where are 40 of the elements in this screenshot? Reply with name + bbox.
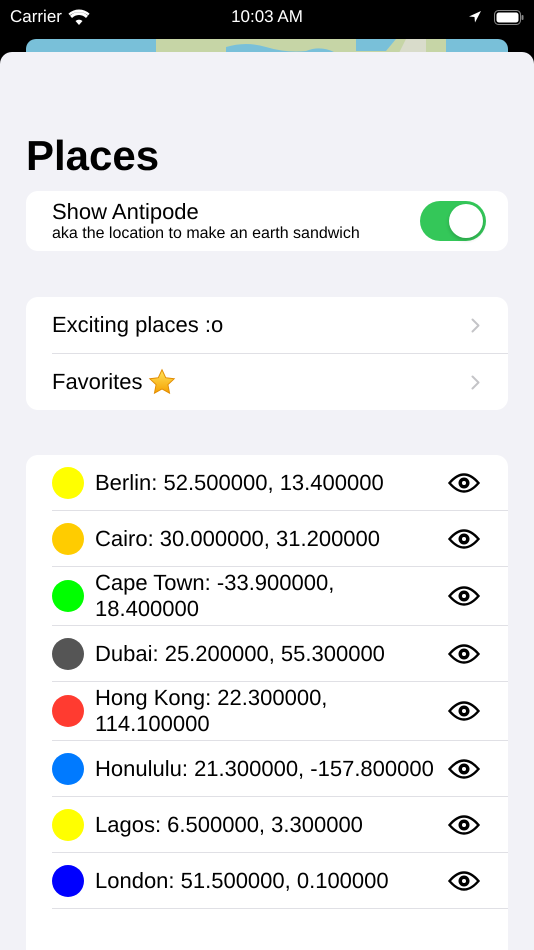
place-coordinates: Lagos: 6.500000, 3.300000	[95, 812, 364, 838]
eye-icon[interactable]	[448, 701, 480, 721]
eye-icon[interactable]	[448, 472, 480, 492]
eye-icon[interactable]	[448, 586, 480, 606]
setting-description: aka the location to make an earth sandwich	[52, 224, 361, 243]
clock-time: 10:03 AM	[230, 7, 304, 27]
eye-icon[interactable]	[448, 758, 480, 778]
place-row[interactable]: Hong Kong: 22.300000, 114.100000	[52, 682, 508, 741]
place-row[interactable]: Honululu: 21.300000, -157.800000	[52, 741, 508, 797]
place-coordinates: Hong Kong: 22.300000, 114.100000	[95, 685, 328, 737]
star-icon	[148, 368, 176, 396]
location-arrow-icon	[468, 10, 482, 24]
place-coordinates: Berlin: 52.500000, 13.400000	[95, 470, 385, 496]
carrier-name: Carrier	[10, 7, 62, 27]
battery-icon	[494, 10, 524, 24]
setting-label: Show Antipode	[52, 199, 200, 224]
navigation-row[interactable]: Exciting places :o	[52, 297, 508, 354]
place-row[interactable]: Berlin: 52.500000, 13.400000	[52, 455, 508, 511]
eye-icon[interactable]	[448, 644, 480, 664]
place-row[interactable]: Cape Town: -33.900000, 18.400000	[52, 567, 508, 626]
row-label: Favorites	[52, 369, 142, 395]
place-row[interactable]: Cairo: 30.000000, 31.200000	[52, 511, 508, 567]
chevron-icon	[471, 318, 480, 332]
eye-icon[interactable]	[448, 814, 480, 834]
eye-icon[interactable]	[448, 870, 480, 890]
place-coordinates: Dubai: 25.200000, 55.300000	[95, 640, 386, 666]
place-row[interactable]: Lagos: 6.500000, 3.300000	[52, 797, 508, 853]
navigation-row[interactable]: Favorites	[52, 354, 508, 410]
place-row[interactable]: Dubai: 25.200000, 55.300000	[52, 626, 508, 682]
wifi-icon	[68, 9, 90, 25]
page-title: Places	[26, 131, 160, 181]
row-label: Exciting places :o	[52, 312, 224, 338]
chevron-icon	[471, 374, 480, 390]
place-coordinates: Cairo: 30.000000, 31.200000	[95, 526, 382, 552]
place-coordinates: Honululu: 21.300000, -157.800000	[95, 756, 435, 782]
place-row[interactable]: London: 51.500000, 0.100000	[52, 853, 508, 909]
place-coordinates: Cape Town: -33.900000, 18.400000	[95, 570, 336, 622]
toggle-switch[interactable]	[420, 201, 486, 241]
eye-icon[interactable]	[448, 528, 480, 548]
place-coordinates: London: 51.500000, 0.100000	[95, 868, 390, 894]
